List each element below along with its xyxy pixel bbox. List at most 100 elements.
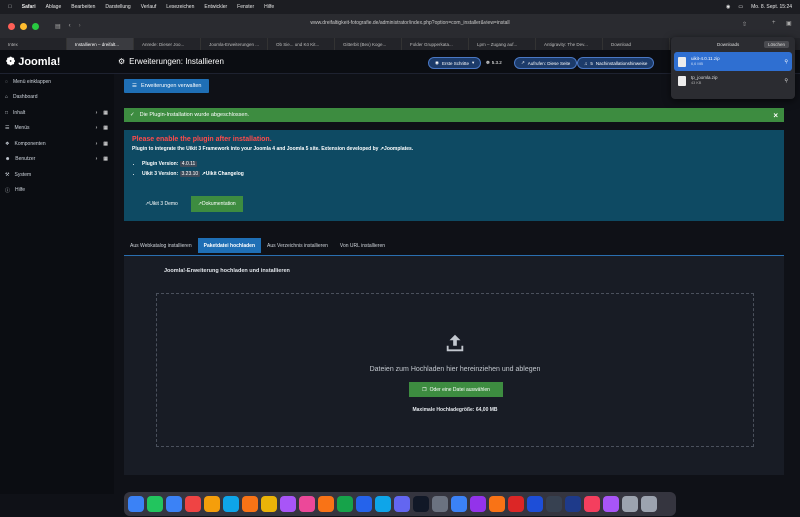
acrobat-icon[interactable] <box>508 496 524 512</box>
menu-app-name[interactable]: Safari <box>22 4 36 10</box>
share-icon[interactable]: ⇧ <box>742 21 747 28</box>
chevron-right-icon[interactable]: › <box>96 125 98 131</box>
download-item[interactable]: uikit-4.0.11.zip 6,6 MB ⚲ <box>674 52 792 71</box>
menu-hilfe[interactable]: Hilfe <box>264 4 274 10</box>
download-item[interactable]: tp_joomla.zip 43 KB ⚲ <box>674 71 792 90</box>
browser-tab[interactable]: Joomla-Erweiterungen ... <box>201 38 268 50</box>
keynote-icon[interactable] <box>356 496 372 512</box>
browser-tab[interactable]: Folder Grupperkata... <box>402 38 469 50</box>
menu-verlauf[interactable]: Verlauf <box>141 4 157 10</box>
first-steps-icon: ◉ <box>435 60 439 65</box>
menu-bearbeiten[interactable]: Bearbeiten <box>71 4 95 10</box>
app-store-icon[interactable] <box>451 496 467 512</box>
lightroom-icon[interactable] <box>565 496 581 512</box>
changelog-link[interactable]: ↗Uikit Changelog <box>202 171 244 177</box>
dashboard-grid-icon[interactable]: ▦ <box>103 141 108 147</box>
sidebar-item-components[interactable]: ❖ Komponenten › ▦ <box>0 136 114 152</box>
menu-entwickler[interactable]: Entwickler <box>204 4 227 10</box>
sidebar-item-help[interactable]: ⓘ Hilfe <box>0 183 114 199</box>
clock[interactable]: Mo. 8. Sept. 15:24 <box>751 4 792 10</box>
chrome-icon[interactable] <box>261 496 277 512</box>
browser-tab[interactable]: Download <box>603 38 670 50</box>
documentation-button[interactable]: ↗ Dokumentation <box>190 196 243 212</box>
manage-extensions-button[interactable]: ☰ Erweiterungen verwalten <box>124 79 210 93</box>
sidebar-item-system[interactable]: ⚒ System <box>0 167 114 183</box>
apple-icon[interactable]:  <box>8 4 12 10</box>
uikit-version-badge: 3.23.10 <box>179 171 201 177</box>
menu-lesezeichen[interactable]: Lesezeichen <box>166 4 194 10</box>
sidebar-item-users[interactable]: ☻ Benutzer › ▦ <box>0 152 114 168</box>
numbers-icon[interactable] <box>337 496 353 512</box>
browser-tab[interactable]: Intex <box>0 38 67 50</box>
notes-icon[interactable] <box>204 496 220 512</box>
figma-icon[interactable] <box>603 496 619 512</box>
chevron-right-icon[interactable]: › <box>96 110 98 116</box>
terminal-icon[interactable] <box>413 496 429 512</box>
tab-overview-icon[interactable]: ▣ <box>786 20 792 27</box>
menu-ablage[interactable]: Ablage <box>46 4 62 10</box>
forward-icon[interactable]: › <box>79 23 81 29</box>
reveal-in-finder-icon[interactable]: ⚲ <box>784 59 788 65</box>
podcasts-icon[interactable] <box>470 496 486 512</box>
browser-tab[interactable]: Gitterbit (Bex) Koge... <box>335 38 402 50</box>
browser-tab[interactable]: Lpm – Zugang auf... <box>469 38 536 50</box>
uikit-demo-button[interactable]: ↗ Uikit 3 Demo <box>138 196 185 212</box>
xcode-icon[interactable] <box>375 496 391 512</box>
drop-zone[interactable]: Dateien zum Hochladen hier hereinziehen … <box>156 293 754 447</box>
browser-tab[interactable]: Antigravity: The Dev... <box>536 38 603 50</box>
firefox-icon[interactable] <box>242 496 258 512</box>
post-install-button[interactable]: ♫ 5 Nachinstallationshinweise <box>577 57 655 69</box>
first-steps-button[interactable]: ◉ Erste Schritte ▾ <box>428 57 482 69</box>
browser-tab[interactable]: Ob Sie... und Kö Kit... <box>268 38 335 50</box>
files-icon[interactable] <box>622 496 638 512</box>
finder-icon[interactable] <box>128 496 144 512</box>
calendar-icon[interactable] <box>185 496 201 512</box>
tab-upload-package[interactable]: Paketdatei hochladen <box>197 238 262 253</box>
mail-icon[interactable] <box>166 496 182 512</box>
reveal-in-finder-icon[interactable]: ⚲ <box>784 78 788 84</box>
choose-file-button[interactable]: ❐ Oder eine Datei auswählen <box>409 382 503 397</box>
settings-icon[interactable] <box>432 496 448 512</box>
zoom-window-button[interactable] <box>32 22 39 30</box>
tab-webcatalog[interactable]: Aus Webkatalog installieren <box>124 238 198 253</box>
arc-icon[interactable] <box>584 496 600 512</box>
battery-icon[interactable]: ▭ <box>738 4 743 10</box>
browser-tab-active[interactable]: Installieren – dreifalt... <box>67 38 134 50</box>
trash-icon[interactable] <box>641 496 657 512</box>
photos-icon[interactable] <box>280 496 296 512</box>
close-alert-button[interactable]: × <box>773 111 778 120</box>
music-icon[interactable] <box>299 496 315 512</box>
menu-fenster[interactable]: Fenster <box>237 4 254 10</box>
tab-url[interactable]: Von URL installieren <box>334 238 391 253</box>
photoshop-icon[interactable] <box>527 496 543 512</box>
sidebar-toggle-icon[interactable]: ▤ <box>55 23 61 30</box>
camera-icon[interactable] <box>546 496 562 512</box>
pages-icon[interactable] <box>318 496 334 512</box>
joomplates-link[interactable]: ↗Joomplates. <box>380 146 413 152</box>
clear-downloads-button[interactable]: Löschen <box>763 41 789 48</box>
books-icon[interactable] <box>489 496 505 512</box>
browser-tab[interactable]: Anrede: Dieser Joo... <box>134 38 201 50</box>
sidebar-item-collapse[interactable]: ◌ Menü einklappen <box>0 74 114 90</box>
sidebar-item-dashboard[interactable]: ⌂ Dashboard <box>0 90 114 106</box>
tab-folder[interactable]: Aus Verzeichnis installieren <box>261 238 334 253</box>
dashboard-grid-icon[interactable]: ▦ <box>103 125 108 131</box>
minimize-window-button[interactable] <box>20 22 27 30</box>
dashboard-grid-icon[interactable]: ▦ <box>103 156 108 162</box>
safari-icon[interactable] <box>223 496 239 512</box>
joomla-logo[interactable]: ❁ Joomla! <box>6 55 60 69</box>
back-icon[interactable]: ‹ <box>69 23 71 29</box>
chevron-right-icon[interactable]: › <box>96 141 98 147</box>
address-bar[interactable]: www.dreifaltigkeit-fotografie.de/adminis… <box>290 20 530 26</box>
visit-site-button[interactable]: ↗ Aufrufen: Diese Seite <box>514 57 578 69</box>
preview-icon[interactable] <box>394 496 410 512</box>
close-window-button[interactable] <box>8 22 15 30</box>
sidebar-item-content[interactable]: □ Inhalt › ▦ <box>0 105 114 121</box>
messages-icon[interactable] <box>147 496 163 512</box>
menu-darstellung[interactable]: Darstellung <box>105 4 130 10</box>
chevron-right-icon[interactable]: › <box>96 156 98 162</box>
wifi-icon[interactable]: ◉ <box>726 4 730 10</box>
new-tab-icon[interactable]: + <box>772 20 776 26</box>
sidebar-item-menus[interactable]: ☰ Menüs › ▦ <box>0 121 114 137</box>
dashboard-grid-icon[interactable]: ▦ <box>103 110 108 116</box>
